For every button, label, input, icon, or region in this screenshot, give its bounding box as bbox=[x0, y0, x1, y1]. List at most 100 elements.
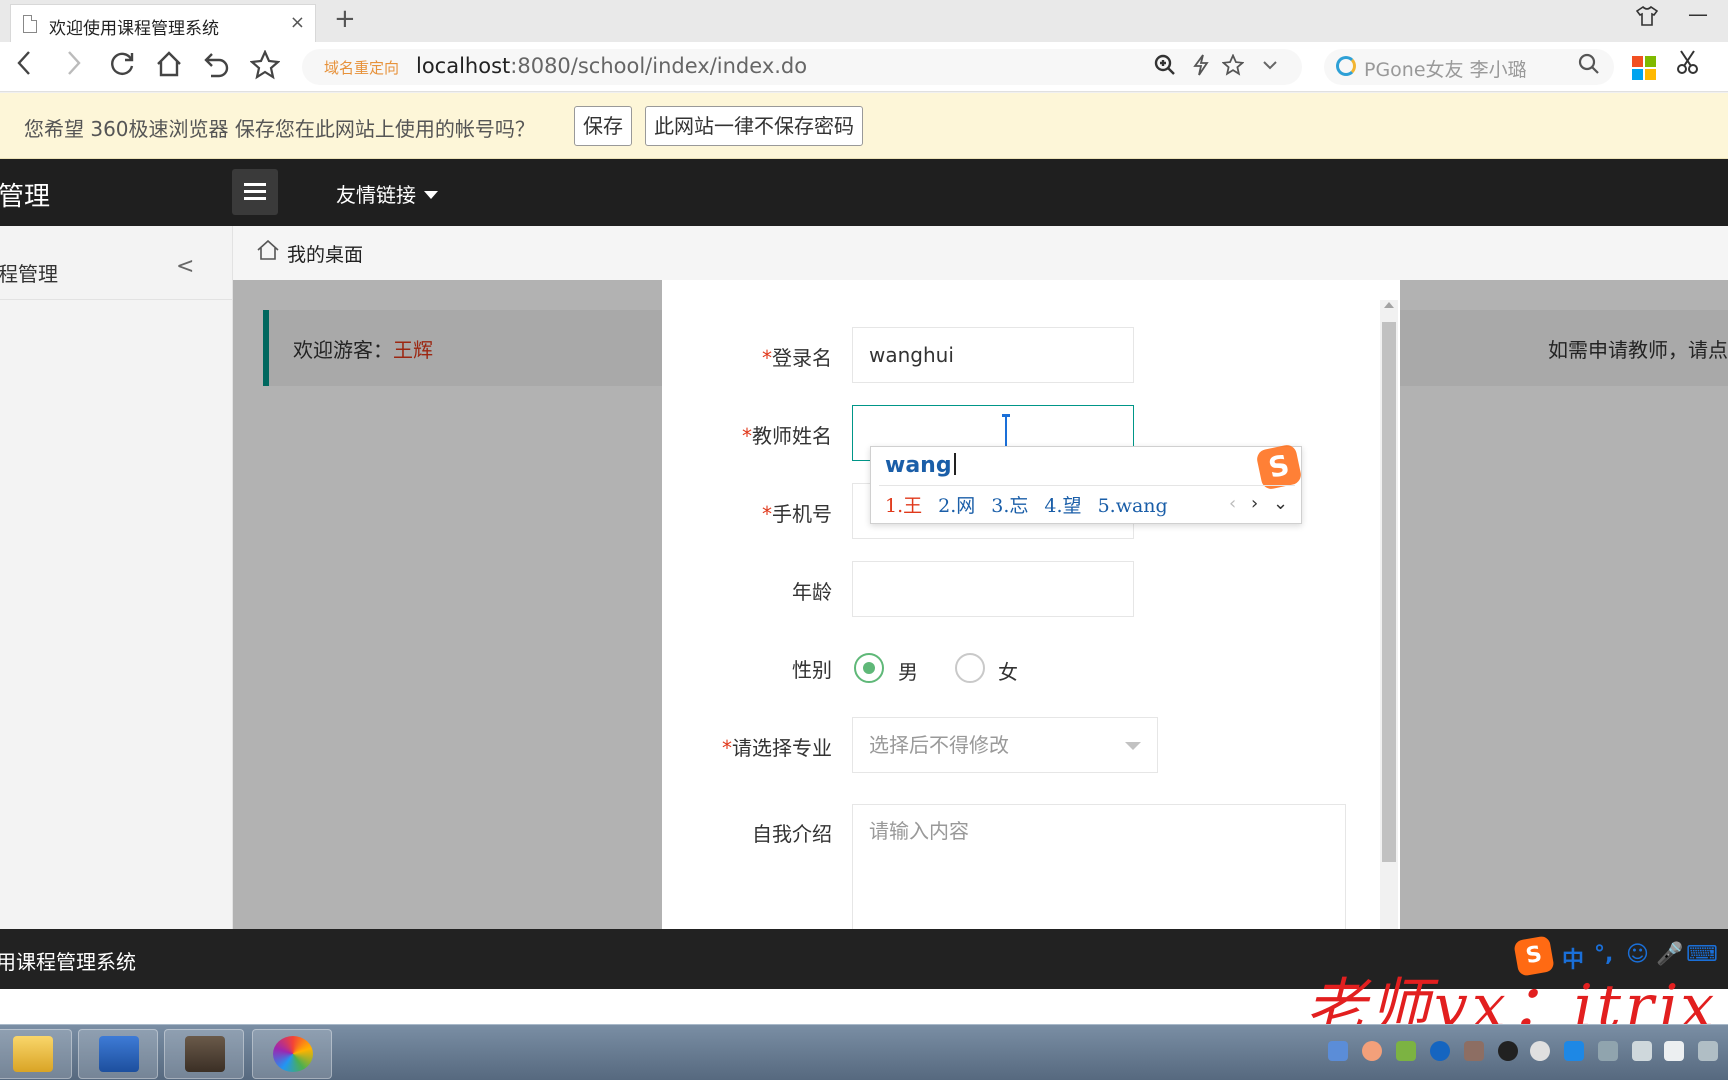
ime-candidate[interactable]: 1.王 bbox=[885, 495, 922, 517]
tray-shield-icon[interactable] bbox=[1396, 1041, 1416, 1061]
age-input[interactable] bbox=[852, 561, 1134, 617]
friend-links-menu[interactable]: 友情链接 bbox=[336, 179, 438, 208]
login-name-label-text: 登录名 bbox=[772, 346, 832, 370]
phone-label: *手机号 bbox=[662, 498, 832, 527]
login-name-label: *登录名 bbox=[662, 342, 832, 371]
url-text[interactable]: localhost:8080/school/index/index.do bbox=[416, 54, 807, 78]
undo-icon[interactable] bbox=[203, 50, 231, 86]
major-label: *请选择专业 bbox=[662, 732, 832, 761]
taskbar-word-button[interactable] bbox=[78, 1029, 158, 1079]
refresh-icon[interactable] bbox=[108, 50, 136, 86]
ime-expand-icon[interactable]: ⌄ bbox=[1273, 493, 1288, 514]
scroll-thumb[interactable] bbox=[1382, 322, 1396, 862]
browser-tab[interactable]: 欢迎使用课程管理系统 × bbox=[10, 4, 316, 42]
tab-close-icon[interactable]: × bbox=[290, 12, 305, 33]
url-path: :8080/school/index/index.do bbox=[510, 54, 808, 78]
security-shield-icon[interactable] bbox=[1564, 1041, 1584, 1061]
lightning-icon[interactable] bbox=[1192, 54, 1210, 82]
taskbar-explorer-button[interactable] bbox=[0, 1029, 72, 1079]
scroll-up-icon[interactable] bbox=[1384, 302, 1394, 308]
word-icon bbox=[99, 1036, 139, 1072]
search-icon[interactable] bbox=[1578, 53, 1600, 81]
required-mark: * bbox=[722, 736, 732, 760]
ime-candidate[interactable]: 4.望 bbox=[1044, 495, 1081, 517]
save-password-bar: 您希望 360极速浏览器 保存您在此网站上使用的帐号吗？ 保存 此网站一律不保存… bbox=[0, 93, 1728, 159]
taskbar bbox=[0, 1024, 1728, 1080]
sogou-logo-icon: S bbox=[1255, 443, 1303, 491]
phone-label-text: 手机号 bbox=[772, 502, 832, 526]
tray-flower-icon[interactable] bbox=[1362, 1041, 1382, 1061]
ime-candidates: 1.王 2.网 3.忘 4.望 5.wang bbox=[885, 491, 1184, 518]
save-password-button[interactable]: 保存 bbox=[574, 106, 632, 146]
never-save-password-button[interactable]: 此网站一律不保存密码 bbox=[645, 106, 863, 146]
caret-down-icon bbox=[424, 191, 438, 199]
age-label: 年龄 bbox=[792, 580, 832, 604]
gender-female-label[interactable]: 女 bbox=[998, 656, 1018, 685]
major-placeholder: 选择后不得修改 bbox=[869, 733, 1009, 757]
new-tab-button[interactable]: + bbox=[334, 4, 356, 34]
ime-next-icon[interactable]: › bbox=[1251, 493, 1258, 514]
back-icon[interactable] bbox=[16, 50, 32, 84]
dropdown-icon[interactable] bbox=[1262, 54, 1278, 82]
required-mark: * bbox=[762, 502, 772, 526]
gender-male-label[interactable]: 男 bbox=[898, 656, 918, 685]
breadcrumb: 我的桌面 bbox=[233, 226, 1728, 280]
ime-candidate[interactable]: 3.忘 bbox=[991, 495, 1028, 517]
taskbar-javaee-button[interactable] bbox=[164, 1029, 244, 1079]
footer-text: 用课程管理系统 bbox=[0, 950, 136, 974]
qq-icon[interactable] bbox=[1498, 1041, 1518, 1061]
ime-candidate[interactable]: 2.网 bbox=[938, 495, 975, 517]
ime-prev-icon[interactable]: ‹ bbox=[1229, 493, 1236, 514]
login-name-input[interactable]: wanghui bbox=[852, 327, 1134, 383]
browser-icon bbox=[273, 1036, 313, 1072]
apps-icon[interactable] bbox=[1632, 56, 1656, 80]
ime-divider bbox=[879, 485, 1295, 486]
intro-textarea[interactable]: 请输入内容 bbox=[852, 804, 1346, 929]
search-engine-icon bbox=[1336, 56, 1356, 76]
intro-placeholder: 请输入内容 bbox=[869, 819, 969, 843]
teacher-name-label-text: 教师姓名 bbox=[752, 424, 832, 448]
intro-label: 自我介绍 bbox=[752, 822, 832, 846]
shirt-icon[interactable] bbox=[1635, 5, 1659, 31]
ime-input-text: wang bbox=[885, 453, 956, 478]
chevron-left-icon: < bbox=[176, 254, 195, 279]
action-center-icon[interactable] bbox=[1698, 1041, 1718, 1061]
network-icon[interactable] bbox=[1598, 1041, 1618, 1061]
ime-candidate[interactable]: 5.wang bbox=[1098, 495, 1168, 517]
folder-icon bbox=[13, 1036, 53, 1072]
tray-app-icon[interactable] bbox=[1328, 1041, 1348, 1061]
required-mark: * bbox=[742, 424, 752, 448]
forward-icon[interactable] bbox=[66, 50, 82, 84]
volume-icon[interactable] bbox=[1664, 1041, 1684, 1061]
tray-circle-icon[interactable] bbox=[1530, 1041, 1550, 1061]
major-select[interactable]: 选择后不得修改 bbox=[852, 717, 1158, 773]
gender-female-radio[interactable] bbox=[955, 653, 985, 683]
bookmark-icon[interactable] bbox=[1221, 53, 1245, 82]
major-label-text: 请选择专业 bbox=[732, 736, 832, 760]
ime-caret bbox=[953, 453, 956, 475]
gender-male-radio[interactable] bbox=[854, 653, 884, 683]
power-icon[interactable] bbox=[1632, 1041, 1652, 1061]
breadcrumb-my-desktop[interactable]: 我的桌面 bbox=[287, 240, 363, 267]
url-host: localhost bbox=[416, 54, 511, 78]
sidebar-item-label: 程管理 bbox=[0, 262, 58, 286]
search-box[interactable]: PGone女友 李小璐 bbox=[1324, 49, 1614, 85]
menu-toggle-icon[interactable] bbox=[232, 169, 278, 215]
teacher-name-label: *教师姓名 bbox=[662, 420, 832, 449]
star-icon[interactable] bbox=[249, 49, 281, 88]
scissors-icon[interactable] bbox=[1676, 48, 1702, 84]
tray-tool-icon[interactable] bbox=[1464, 1041, 1484, 1061]
minimize-icon[interactable]: — bbox=[1688, 2, 1708, 26]
redirect-label: 域名重定向 bbox=[324, 59, 400, 77]
dialog-scrollbar[interactable] bbox=[1380, 300, 1398, 929]
url-bar[interactable]: 域名重定向 localhost:8080/school/index/index.… bbox=[302, 49, 1302, 85]
taskbar-browser-button[interactable] bbox=[252, 1029, 332, 1079]
zoom-icon[interactable] bbox=[1154, 54, 1176, 82]
home-icon[interactable] bbox=[155, 50, 183, 86]
tab-title: 欢迎使用课程管理系统 bbox=[49, 19, 219, 39]
bluetooth-icon[interactable] bbox=[1430, 1041, 1450, 1061]
search-text[interactable]: PGone女友 李小璐 bbox=[1364, 55, 1527, 82]
home-icon bbox=[257, 239, 279, 260]
sidebar-item-course-management[interactable]: 程管理 < bbox=[0, 226, 232, 300]
ime-pinyin: wang bbox=[885, 453, 952, 478]
